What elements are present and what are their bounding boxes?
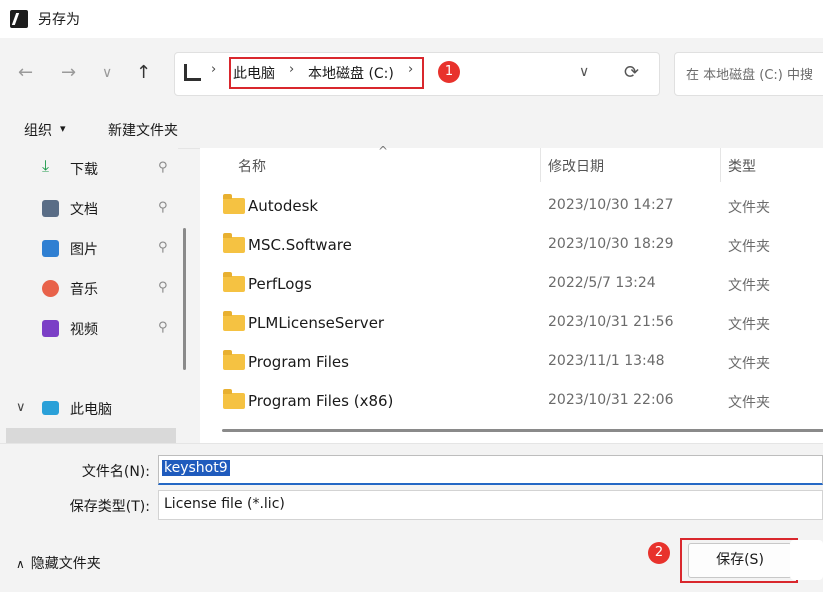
step-badge-1: 1: [438, 61, 460, 83]
file-name: MSC.Software: [248, 236, 352, 254]
sidebar-item-label: 文档: [70, 202, 98, 218]
sidebar-item-music[interactable]: 音乐 ⚲: [42, 278, 172, 300]
column-header-name[interactable]: 名称: [238, 156, 266, 176]
sidebar-item-label: 图片: [70, 242, 98, 258]
app-icon: [10, 10, 28, 28]
file-name: PerfLogs: [248, 275, 312, 293]
monitor-icon: [42, 401, 59, 415]
document-icon: [42, 200, 59, 217]
sidebar-scrollbar[interactable]: [183, 228, 186, 370]
file-name: PLMLicenseServer: [248, 314, 385, 332]
file-date: 2023/10/31 22:06: [548, 392, 674, 408]
music-icon: [42, 280, 59, 297]
sidebar-item-label: 下载: [70, 162, 98, 178]
column-divider[interactable]: [540, 148, 541, 182]
organize-caret-icon[interactable]: ▾: [60, 122, 66, 135]
video-icon: [42, 320, 59, 337]
sidebar-item-label: 视频: [70, 322, 98, 338]
file-date: 2023/10/30 14:27: [548, 197, 674, 213]
file-date: 2023/10/31 21:56: [548, 314, 674, 330]
save-button[interactable]: 保存(S): [688, 543, 792, 578]
forward-icon[interactable]: →: [61, 62, 76, 83]
sidebar-item-documents[interactable]: 文档 ⚲: [42, 198, 172, 220]
folder-icon: [223, 233, 245, 253]
folder-icon: [223, 272, 245, 292]
watermark-logo: [790, 540, 823, 580]
computer-icon: [184, 64, 201, 81]
sidebar-item-videos[interactable]: 视频 ⚲: [42, 318, 172, 340]
filetype-select[interactable]: License file (*.lic): [158, 490, 823, 520]
pin-icon: ⚲: [158, 240, 168, 255]
file-name: Autodesk: [248, 197, 319, 215]
horizontal-scrollbar[interactable]: [222, 429, 823, 432]
filename-field[interactable]: keyshot9: [158, 455, 823, 485]
sidebar-selected-item[interactable]: [6, 428, 176, 443]
organize-button[interactable]: 组织: [24, 120, 52, 140]
table-row[interactable]: PerfLogs 2022/5/7 13:24 文件夹: [214, 267, 814, 303]
file-type: 文件夹: [728, 278, 770, 294]
pin-icon: ⚲: [158, 320, 168, 335]
step-badge-2: 2: [648, 542, 670, 564]
hide-folders-button[interactable]: ∧ 隐藏文件夹: [16, 553, 101, 573]
filetype-label: 保存类型(T):: [69, 499, 150, 515]
folder-icon: [223, 194, 245, 214]
file-name: Program Files (x86): [248, 392, 394, 410]
filename-value[interactable]: keyshot9: [162, 460, 230, 476]
sidebar-item-pictures[interactable]: 图片 ⚲: [42, 238, 172, 260]
recent-locations-dropdown-icon[interactable]: ∨: [102, 65, 112, 81]
new-folder-button[interactable]: 新建文件夹: [108, 120, 178, 140]
search-input[interactable]: 在 本地磁盘 (C:) 中搜: [686, 64, 813, 83]
table-row[interactable]: PLMLicenseServer 2023/10/31 21:56 文件夹: [214, 306, 814, 342]
sidebar-item-this-pc[interactable]: 此电脑: [42, 398, 172, 420]
file-type: 文件夹: [728, 200, 770, 216]
table-row[interactable]: MSC.Software 2023/10/30 18:29 文件夹: [214, 228, 814, 264]
table-row[interactable]: Program Files (x86) 2023/10/31 22:06 文件夹: [214, 384, 814, 420]
folder-icon: [223, 311, 245, 331]
refresh-icon[interactable]: ⟳: [624, 62, 639, 83]
file-name: Program Files: [248, 353, 349, 371]
sidebar-item-label: 音乐: [70, 282, 98, 298]
address-history-icon[interactable]: ∨: [579, 64, 589, 80]
title-bar: [0, 0, 823, 38]
up-icon[interactable]: ↑: [136, 62, 151, 83]
column-header-type[interactable]: 类型: [728, 156, 756, 176]
filetype-value: License file (*.lic): [164, 496, 285, 512]
breadcrumb-separator: ›: [211, 62, 217, 77]
file-date: 2022/5/7 13:24: [548, 275, 656, 291]
file-type: 文件夹: [728, 239, 770, 255]
filename-label: 文件名(N):: [81, 464, 150, 480]
back-icon[interactable]: ←: [18, 62, 33, 83]
file-type: 文件夹: [728, 317, 770, 333]
file-type: 文件夹: [728, 395, 770, 411]
pin-icon: ⚲: [158, 200, 168, 215]
file-date: 2023/11/1 13:48: [548, 353, 665, 369]
chevron-up-icon: ∧: [16, 557, 25, 571]
file-date: 2023/10/30 18:29: [548, 236, 674, 252]
sidebar-item-downloads[interactable]: ⤓ 下载 ⚲: [42, 156, 172, 180]
breadcrumb-highlight-box: [229, 57, 424, 89]
sort-ascending-icon: ^: [378, 144, 389, 158]
hide-folders-label: 隐藏文件夹: [30, 556, 101, 572]
window-title: 另存为: [38, 12, 80, 28]
folder-icon: [223, 350, 245, 370]
pin-icon: ⚲: [158, 160, 168, 175]
folder-icon: [223, 389, 245, 409]
file-type: 文件夹: [728, 356, 770, 372]
column-divider[interactable]: [720, 148, 721, 182]
download-icon: ⤓: [42, 156, 50, 175]
table-row[interactable]: Program Files 2023/11/1 13:48 文件夹: [214, 345, 814, 381]
chevron-down-icon[interactable]: ∨: [16, 400, 26, 415]
table-row[interactable]: Autodesk 2023/10/30 14:27 文件夹: [214, 189, 814, 225]
sidebar-item-label: 此电脑: [70, 402, 112, 418]
pin-icon: ⚲: [158, 280, 168, 295]
pictures-icon: [42, 240, 59, 257]
column-header-date[interactable]: 修改日期: [548, 156, 604, 176]
